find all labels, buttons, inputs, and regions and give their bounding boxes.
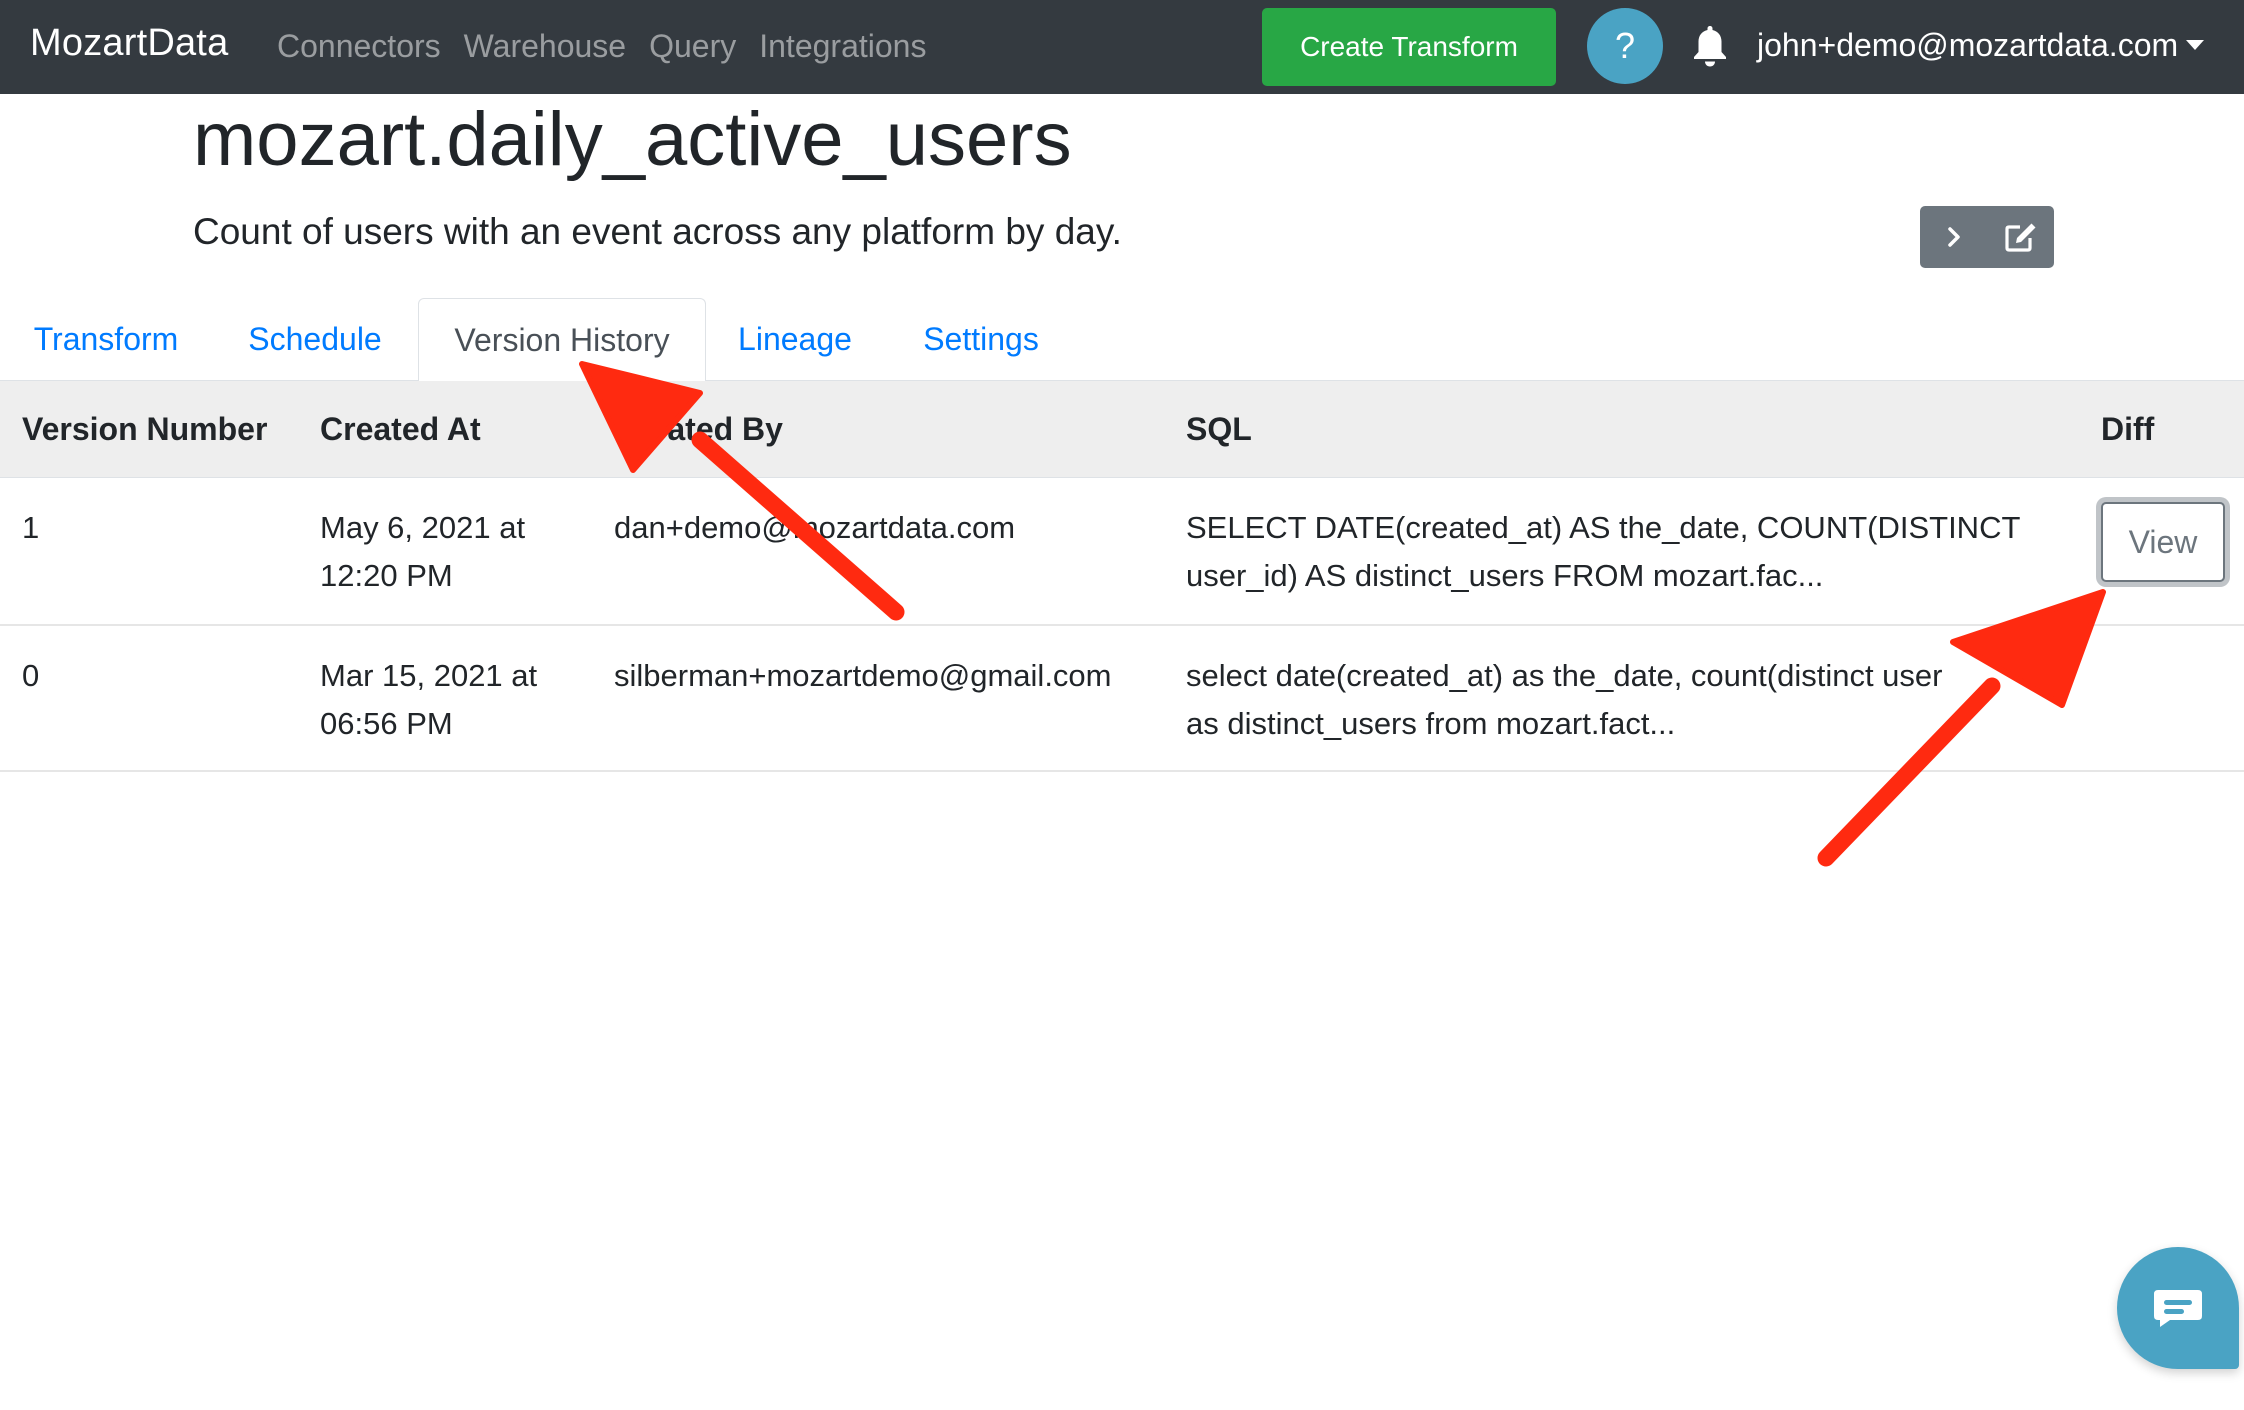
chat-widget-button[interactable] xyxy=(2117,1247,2239,1369)
edit-icon xyxy=(2004,223,2035,252)
sql-line: SELECT DATE(created_at) AS the_date, COU… xyxy=(1186,510,2021,545)
tab-lineage[interactable]: Lineage xyxy=(706,298,884,380)
user-email: john+demo@mozartdata.com xyxy=(1757,27,2179,63)
created-at-time: 12:20 PM xyxy=(320,558,453,593)
version-number: 0 xyxy=(22,658,40,693)
created-by: dan+demo@mozartdata.com xyxy=(614,510,1016,545)
sql-preview: SELECT DATE(created_at) AS the_date, COU… xyxy=(1186,504,2020,600)
created-at: May 6, 2021 at 12:20 PM xyxy=(320,504,525,600)
nav-link-query[interactable]: Query xyxy=(649,28,736,65)
tab-schedule[interactable]: Schedule xyxy=(212,298,418,380)
tab-settings[interactable]: Settings xyxy=(884,298,1078,380)
column-sql: SQL xyxy=(1186,411,1252,447)
brand-logo[interactable]: MozartData xyxy=(30,22,228,65)
create-transform-button[interactable]: Create Transform xyxy=(1262,8,1556,86)
chat-icon xyxy=(2154,1290,2202,1327)
sql-line: user_id) AS distinct_users FROM mozart.f… xyxy=(1186,558,1824,593)
column-created-by: Created By xyxy=(614,411,783,447)
view-diff-button[interactable]: View xyxy=(2101,502,2225,582)
top-navbar: MozartData Connectors Warehouse Query In… xyxy=(0,0,2244,94)
edit-button[interactable] xyxy=(1987,206,2054,268)
caret-down-icon xyxy=(2186,40,2205,50)
column-created-at: Created At xyxy=(320,411,481,447)
created-at-date: Mar 15, 2021 at xyxy=(320,658,538,693)
bell-icon[interactable] xyxy=(1692,24,1728,68)
nav-links: Connectors Warehouse Query Integrations xyxy=(277,28,949,65)
table-header: Version Number Created At Created By SQL… xyxy=(0,380,2244,478)
table-row: 1 May 6, 2021 at 12:20 PM dan+demo@mozar… xyxy=(0,478,2244,626)
expand-button[interactable] xyxy=(1920,206,1987,268)
version-number: 1 xyxy=(22,510,40,545)
page-title: mozart.daily_active_users xyxy=(193,97,1072,182)
sql-preview: select date(created_at) as the_date, cou… xyxy=(1186,652,1943,748)
created-at-date: May 6, 2021 at xyxy=(320,510,526,545)
nav-link-warehouse[interactable]: Warehouse xyxy=(464,28,626,65)
page-description: Count of users with an event across any … xyxy=(193,211,1122,252)
sql-line: as distinct_users from mozart.fact... xyxy=(1186,706,1676,741)
nav-link-connectors[interactable]: Connectors xyxy=(277,28,441,65)
chevron-right-icon xyxy=(1947,227,1960,247)
user-menu-dropdown[interactable]: john+demo@mozartdata.com xyxy=(1757,27,2205,64)
nav-link-integrations[interactable]: Integrations xyxy=(759,28,926,65)
tab-bar: Transform Schedule Version History Linea… xyxy=(0,298,2244,381)
tab-transform[interactable]: Transform xyxy=(0,298,212,380)
table-row: 0 Mar 15, 2021 at 06:56 PM silberman+moz… xyxy=(0,626,2244,772)
created-by: silberman+mozartdemo@gmail.com xyxy=(614,658,1112,693)
help-button[interactable]: ? xyxy=(1587,8,1663,84)
column-version-number: Version Number xyxy=(22,411,268,447)
created-at-time: 06:56 PM xyxy=(320,706,453,741)
header-actions xyxy=(1920,206,2054,268)
column-diff: Diff xyxy=(2101,411,2155,447)
created-at: Mar 15, 2021 at 06:56 PM xyxy=(320,652,537,748)
sql-line: select date(created_at) as the_date, cou… xyxy=(1186,658,1943,693)
tab-version-history[interactable]: Version History xyxy=(418,298,706,381)
